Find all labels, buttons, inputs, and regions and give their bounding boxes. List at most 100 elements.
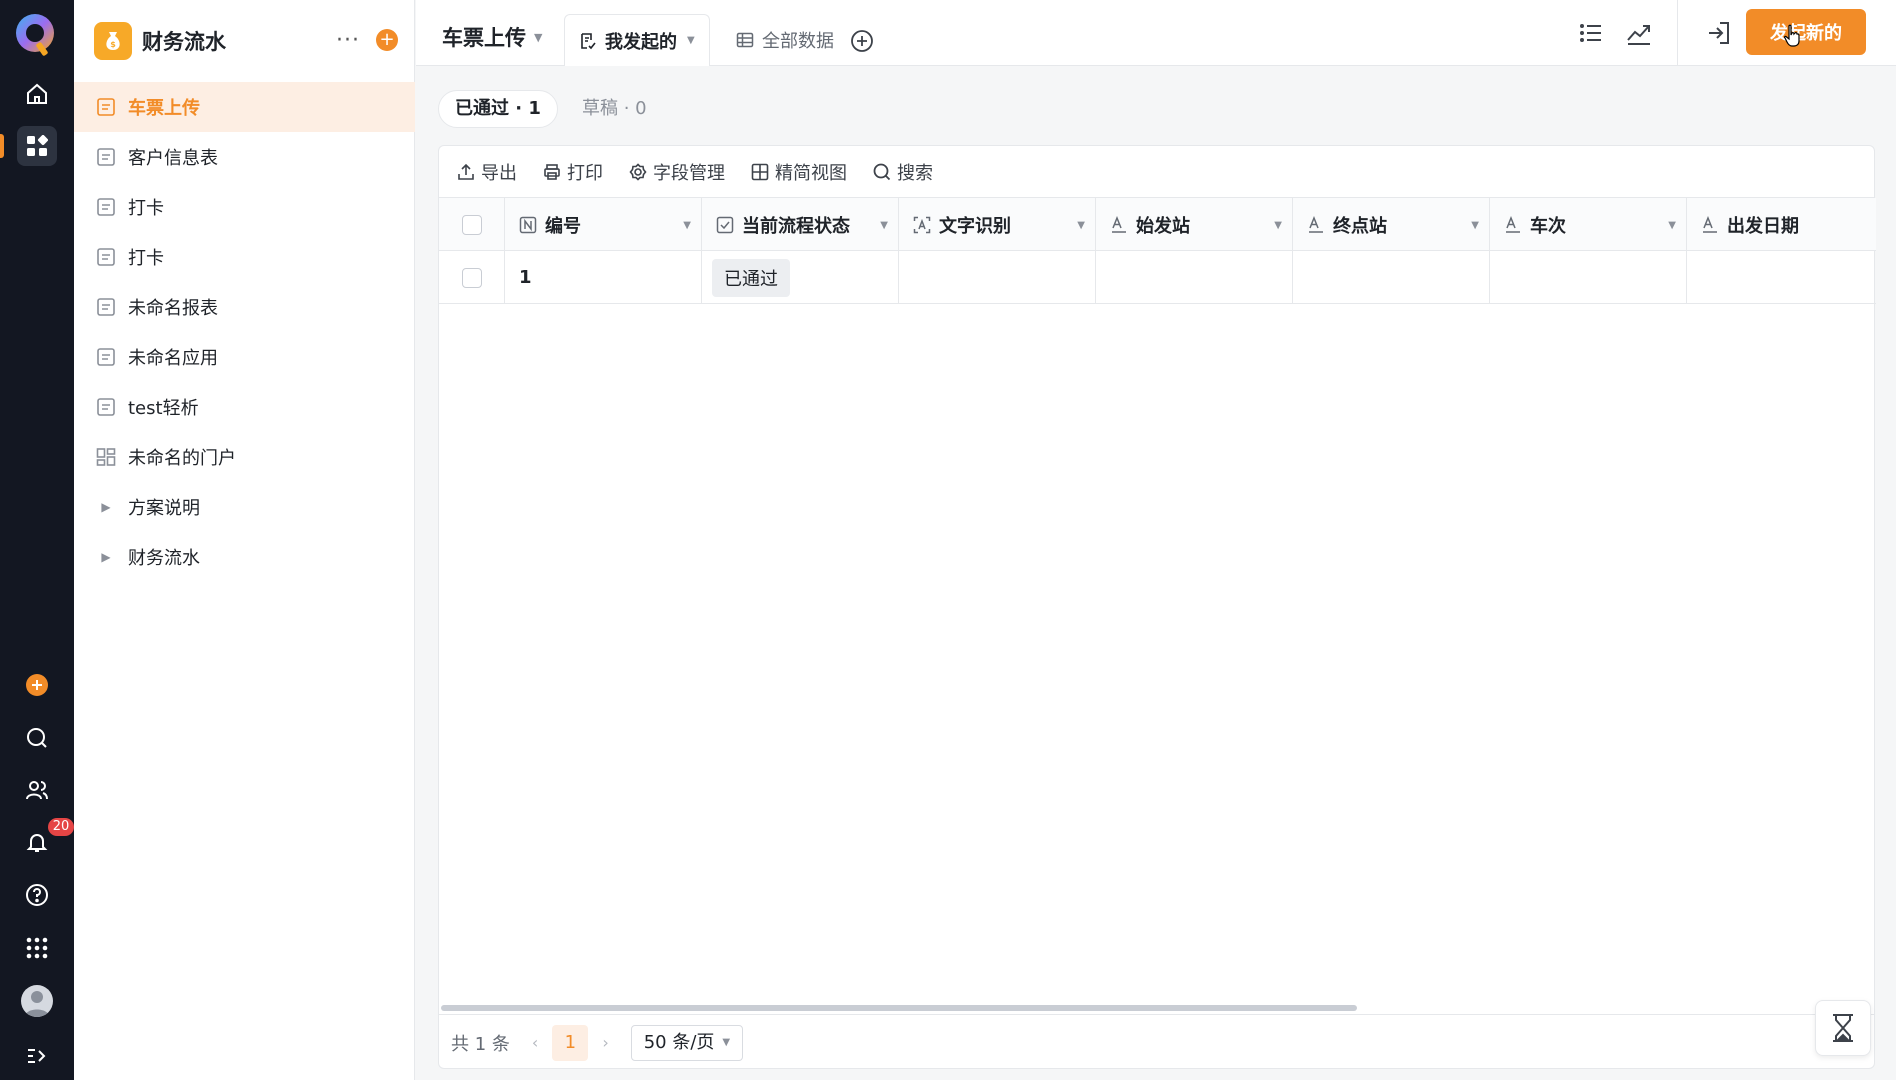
page-number[interactable]: 1: [552, 1024, 589, 1061]
chevron-down-icon[interactable]: ▼: [683, 220, 691, 231]
column-header-to[interactable]: 终点站 ▼: [1293, 198, 1490, 251]
number-field-icon: [519, 216, 537, 234]
contacts-icon[interactable]: [17, 770, 57, 810]
sidebar-item[interactable]: 车票上传: [74, 82, 415, 132]
app-launcher-icon[interactable]: [17, 928, 57, 968]
text-field-icon: [1110, 215, 1128, 234]
cell-status[interactable]: 已通过: [702, 251, 899, 304]
select-all-checkbox[interactable]: [461, 214, 482, 235]
sidebar-list: 车票上传客户信息表打卡 打卡未命名报表未命名应用 test轻析未命名的门户 ▶ 方案说明…: [74, 82, 415, 582]
home-icon[interactable]: [17, 74, 57, 114]
compact-view-label: 精简视图: [775, 162, 847, 184]
create-new-button[interactable]: 发起新的: [1746, 9, 1866, 55]
row-checkbox[interactable]: [461, 267, 482, 288]
help-icon[interactable]: [17, 875, 57, 915]
cell-ocr[interactable]: [899, 251, 1096, 304]
cell-from[interactable]: [1096, 251, 1293, 304]
sidebar-item[interactable]: 未命名的门户: [74, 432, 415, 482]
sidebar-item[interactable]: 未命名应用: [74, 332, 415, 382]
add-circle-icon[interactable]: [17, 665, 57, 705]
tab-all-data[interactable]: 全部数据: [722, 14, 848, 66]
chevron-down-icon: ▼: [687, 35, 695, 46]
form-title: 车票上传: [442, 26, 526, 50]
table-icon: [736, 31, 754, 49]
column-header-date[interactable]: 出发日期: [1687, 198, 1876, 251]
sidebar-item-label: 未命名的门户: [128, 448, 236, 469]
cell-date[interactable]: [1687, 251, 1876, 304]
apps-grid-icon[interactable]: [17, 126, 57, 166]
more-options-icon[interactable]: ···: [336, 28, 360, 53]
chevron-down-icon[interactable]: ▼: [880, 220, 888, 231]
column-header-from[interactable]: 始发站 ▼: [1096, 198, 1293, 251]
caret-right-icon[interactable]: ▶: [94, 550, 118, 564]
column-header-status[interactable]: 当前流程状态 ▼: [702, 198, 899, 251]
sidebar-item-label: 客户信息表: [128, 148, 218, 169]
prev-page-icon[interactable]: ‹: [532, 1033, 538, 1052]
sidebar-item[interactable]: ▶ 财务流水: [74, 532, 415, 582]
notification-badge: 20: [48, 818, 74, 836]
chevron-down-icon[interactable]: ▼: [1668, 220, 1676, 231]
caret-right-icon[interactable]: ▶: [94, 500, 118, 514]
form-title-dropdown[interactable]: 车票上传 ▼: [442, 22, 542, 52]
horizontal-scrollbar[interactable]: [441, 1005, 1357, 1011]
chevron-down-icon[interactable]: ▼: [1077, 220, 1085, 231]
gear-icon: [629, 162, 647, 181]
data-table: 编号 ▼ 当前流程状态 ▼ 文字识别 ▼ 始发站 ▼ 终点站 ▼ 车次 ▼ 出发…: [439, 198, 1876, 304]
left-rail: 20: [0, 0, 74, 1080]
column-label: 出发日期: [1727, 215, 1799, 237]
sidebar-item[interactable]: 客户信息表: [74, 132, 415, 182]
field-management-button[interactable]: 字段管理: [629, 159, 725, 185]
form-icon: [94, 145, 118, 169]
text-field-icon: [1701, 215, 1719, 234]
text-field-icon: [1307, 215, 1325, 234]
sidebar-item[interactable]: test轻析: [74, 382, 415, 432]
column-label: 编号: [545, 215, 581, 237]
table-header-row: 编号 ▼ 当前流程状态 ▼ 文字识别 ▼ 始发站 ▼ 终点站 ▼ 车次 ▼ 出发…: [439, 198, 1876, 251]
chevron-down-icon[interactable]: ▼: [1471, 220, 1479, 231]
print-button[interactable]: 打印: [543, 159, 603, 185]
sidebar-item-label: 财务流水: [128, 548, 200, 569]
login-icon[interactable]: [1706, 20, 1732, 46]
tab-my-initiated[interactable]: 我发起的 ▼: [564, 14, 710, 66]
cell-to[interactable]: [1293, 251, 1490, 304]
column-header-ocr[interactable]: 文字识别 ▼: [899, 198, 1096, 251]
avatar[interactable]: [21, 985, 53, 1017]
total-count: 共 1 条: [451, 1033, 510, 1055]
rail-active-indicator: [0, 134, 4, 158]
sidebar-item[interactable]: 打卡: [74, 182, 415, 232]
search-button[interactable]: 搜索: [873, 159, 933, 185]
add-item-button[interactable]: +: [376, 29, 398, 51]
brand-logo[interactable]: [14, 12, 58, 58]
cell-train[interactable]: [1490, 251, 1687, 304]
sidebar-item[interactable]: ▶ 方案说明: [74, 482, 415, 532]
table-row[interactable]: 1 已通过: [439, 251, 1876, 304]
column-header-train[interactable]: 车次 ▼: [1490, 198, 1687, 251]
add-tab-icon[interactable]: [850, 29, 874, 53]
column-label: 车次: [1530, 215, 1566, 237]
search-icon[interactable]: [17, 718, 57, 758]
chevron-down-icon[interactable]: ▼: [1274, 220, 1282, 231]
compact-view-button[interactable]: 精简视图: [751, 159, 847, 185]
sidebar-item[interactable]: 打卡: [74, 232, 415, 282]
form-icon: [94, 295, 118, 319]
filter-draft-chip[interactable]: 草稿 · 0: [582, 90, 647, 128]
next-page-icon[interactable]: ›: [602, 1033, 608, 1052]
trend-chart-icon[interactable]: [1626, 20, 1652, 46]
list-view-icon[interactable]: [1578, 20, 1604, 46]
cell-id[interactable]: 1: [505, 251, 702, 304]
data-panel: 导出 打印 字段管理 精简视图 搜索 编号 ▼ 当前流程状态 ▼ 文字识别 ▼ …: [438, 145, 1876, 1069]
sidebar-item[interactable]: 未命名报表: [74, 282, 415, 332]
expand-icon[interactable]: [17, 1036, 57, 1076]
hourglass-icon[interactable]: [1815, 1000, 1871, 1056]
page-size-select[interactable]: 50 条/页 ▼: [630, 1024, 744, 1061]
row-select-cell: [439, 251, 505, 304]
sidebar-item-label: test轻析: [128, 398, 199, 419]
export-button[interactable]: 导出: [457, 159, 517, 185]
filter-approved-chip[interactable]: 已通过 · 1: [438, 90, 558, 128]
column-header-id[interactable]: 编号 ▼: [505, 198, 702, 251]
sidebar-item-label: 未命名报表: [128, 298, 218, 319]
search-label: 搜索: [897, 162, 933, 184]
sidebar-item-label: 未命名应用: [128, 348, 218, 369]
print-label: 打印: [567, 162, 603, 184]
top-bar: 车票上传 ▼ 我发起的 ▼ 全部数据 发起新的: [416, 0, 1896, 66]
